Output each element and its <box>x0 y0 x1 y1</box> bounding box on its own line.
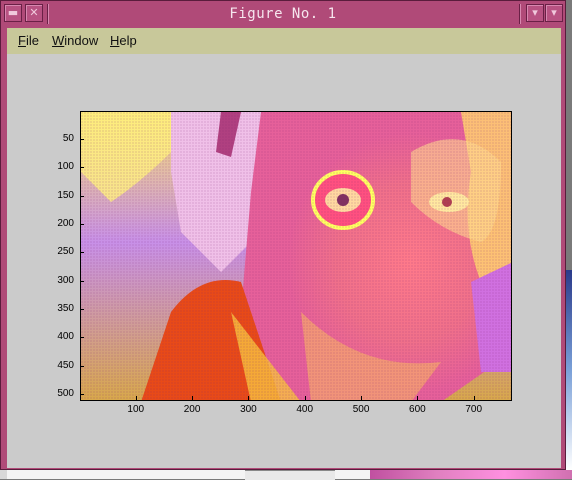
image-display <box>81 112 511 400</box>
image-axes[interactable] <box>80 111 512 401</box>
x-tick-mark <box>361 396 363 400</box>
title-bar[interactable]: ▬ ✕ Figure No. 1 ▾ ▾ <box>1 1 565 27</box>
y-tick-mark <box>80 252 84 254</box>
menu-help-label: elp <box>119 33 137 48</box>
y-tick-label: 350 <box>57 303 74 315</box>
x-tick-label: 600 <box>409 404 426 415</box>
menu-bar: File Window Help <box>7 28 561 55</box>
menu-window[interactable]: Window <box>52 33 98 48</box>
y-tick-mark <box>80 138 84 140</box>
y-tick-mark <box>80 365 84 367</box>
y-tick-mark <box>80 223 84 225</box>
menu-help[interactable]: Help <box>110 33 137 48</box>
y-tick-mark <box>80 280 84 282</box>
menu-file[interactable]: File <box>18 33 39 48</box>
menu-file-label: ile <box>25 33 39 48</box>
x-tick-mark <box>473 396 475 400</box>
title-ridge <box>519 4 521 24</box>
y-tick-label: 200 <box>57 217 74 229</box>
x-tick-label: 500 <box>352 404 370 415</box>
title-ridge <box>47 4 49 24</box>
x-tick-label: 400 <box>296 404 314 415</box>
y-tick-label: 150 <box>57 189 74 201</box>
dither-overlay <box>81 112 511 400</box>
minimize-button[interactable]: ▾ <box>526 4 544 22</box>
x-tick-label: 700 <box>465 404 483 415</box>
y-tick-label: 500 <box>57 388 74 400</box>
window-title: Figure No. 1 <box>229 6 337 22</box>
x-tick-mark <box>192 396 194 400</box>
window-menu-button[interactable]: ▬ <box>4 4 22 22</box>
menu-file-mnemonic: F <box>18 33 26 48</box>
y-tick-label: 50 <box>62 132 74 144</box>
figure-canvas: 50 100 150 200 250 300 350 400 450 500 100 200 300 40… <box>7 54 561 468</box>
x-tick-label: 100 <box>127 404 145 415</box>
y-tick-mark <box>80 167 84 169</box>
y-tick-label: 100 <box>57 161 74 173</box>
y-tick-label: 400 <box>57 331 74 343</box>
y-tick-mark <box>80 309 84 311</box>
y-tick-label: 250 <box>57 246 74 258</box>
maximize-button[interactable]: ▾ <box>545 4 563 22</box>
x-tick-mark <box>417 396 419 400</box>
y-tick-mark <box>80 195 84 197</box>
menu-window-mnemonic: W <box>52 33 65 48</box>
menu-window-label: indow <box>64 33 99 48</box>
y-tick-label: 300 <box>57 274 74 286</box>
menu-help-mnemonic: H <box>110 33 120 48</box>
x-tick-label: 300 <box>240 404 257 415</box>
figure-window: ▬ ✕ Figure No. 1 ▾ ▾ File Window Help 50… <box>0 0 566 470</box>
x-tick-mark <box>135 396 137 400</box>
desktop-right-fragment <box>565 270 572 470</box>
close-button[interactable]: ✕ <box>25 4 43 22</box>
y-tick-mark <box>80 394 84 396</box>
x-tick-mark <box>248 396 250 400</box>
y-tick-label: 450 <box>57 359 74 371</box>
y-tick-mark <box>80 337 84 339</box>
x-tick-mark <box>304 396 306 400</box>
x-tick-label: 200 <box>183 404 201 415</box>
